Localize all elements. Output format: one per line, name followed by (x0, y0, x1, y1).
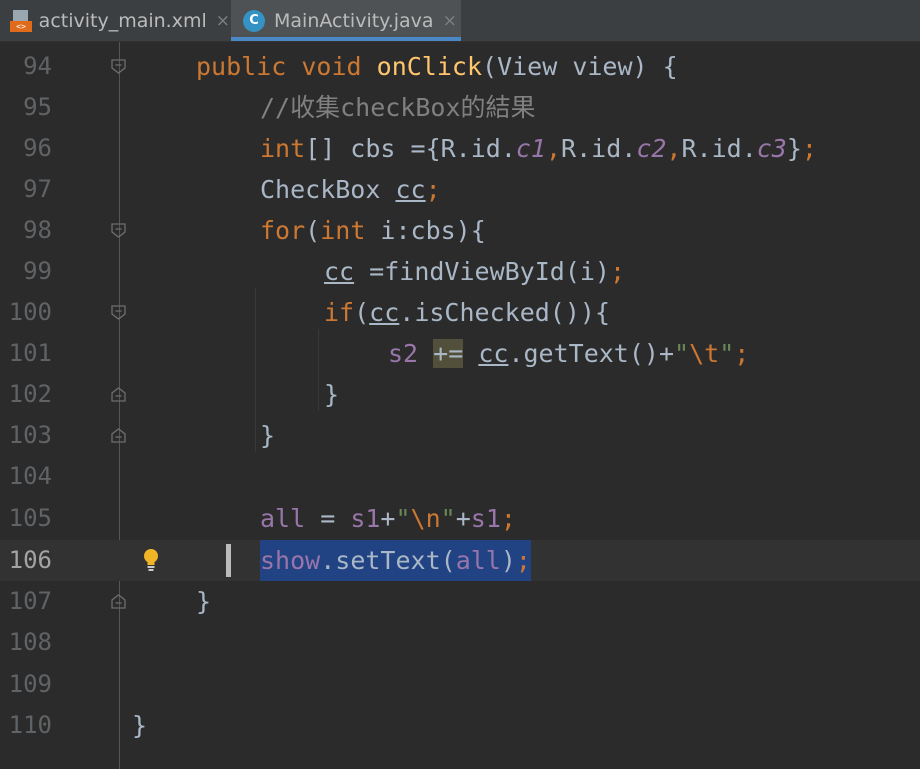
lightbulb-icon[interactable] (142, 548, 160, 572)
code-line[interactable]: 101 s2 += cc.getText()+"\t"; (0, 333, 920, 374)
code-text: } (132, 711, 148, 740)
code-line[interactable]: 109 (0, 664, 920, 705)
code-line[interactable]: 94 public void onClick(View view) { (0, 46, 920, 87)
line-number: 109 (8, 670, 52, 698)
code-line[interactable]: 99 cc =findViewById(i); (0, 251, 920, 292)
line-number: 104 (8, 462, 52, 490)
tab-main-activity-java[interactable]: C MainActivity.java × (231, 0, 461, 41)
code-text: } (324, 380, 340, 409)
code-line[interactable]: 104 (0, 456, 920, 497)
code-line[interactable]: 97 CheckBox cc; (0, 169, 920, 210)
code-line[interactable]: 103 } (0, 415, 920, 456)
line-number: 97 (23, 175, 52, 203)
tab-label: activity_main.xml (38, 9, 207, 32)
line-number: 96 (23, 134, 52, 162)
tab-activity-main-xml[interactable]: <> activity_main.xml × (0, 0, 230, 41)
fold-collapse-icon[interactable] (111, 59, 126, 74)
line-number: 95 (23, 93, 52, 121)
code-text: CheckBox cc; (260, 175, 441, 204)
java-class-icon: C (243, 9, 265, 32)
code-line[interactable]: 107 } (0, 581, 920, 622)
line-number: 99 (23, 257, 52, 285)
code-line[interactable]: 105 all = s1+"\n"+s1; (0, 498, 920, 539)
line-number: 100 (8, 298, 52, 326)
fold-end-icon[interactable] (111, 594, 126, 609)
close-icon[interactable]: × (443, 11, 457, 31)
code-line[interactable]: 95 //收集checkBox的結果 (0, 87, 920, 128)
line-number: 102 (8, 380, 52, 408)
line-number: 103 (8, 421, 52, 449)
code-text: s2 += cc.getText()+"\t"; (388, 339, 750, 368)
code-line[interactable]: 98 for(int i:cbs){ (0, 210, 920, 251)
code-text: for(int i:cbs){ (260, 216, 486, 245)
xml-file-icon: <> (10, 9, 32, 32)
line-number: 110 (8, 711, 52, 739)
code-text: int[] cbs ={R.id.c1,R.id.c2,R.id.c3}; (260, 134, 817, 163)
tab-label: MainActivity.java (274, 9, 434, 32)
code-text: } (260, 421, 276, 450)
active-tab-indicator (231, 37, 461, 41)
code-comment: //收集checkBox的結果 (260, 93, 536, 122)
code-line[interactable]: 100 if(cc.isChecked()){ (0, 292, 920, 333)
line-number: 101 (8, 339, 52, 367)
code-line[interactable]: 108 (0, 622, 920, 663)
code-text: public void onClick(View view) { (196, 52, 678, 81)
line-number: 106 (8, 546, 52, 574)
fold-collapse-icon[interactable] (111, 305, 126, 320)
code-line[interactable]: 110 } (0, 705, 920, 746)
editor-tab-bar: <> activity_main.xml × C MainActivity.ja… (0, 0, 920, 42)
close-icon[interactable]: × (216, 11, 230, 31)
code-text: all = s1+"\n"+s1; (260, 504, 516, 533)
selected-code-text: show.setText(all); (260, 540, 531, 581)
line-number: 105 (8, 504, 52, 532)
line-number: 108 (8, 628, 52, 656)
line-number: 107 (8, 587, 52, 615)
code-editor[interactable]: 94 public void onClick(View view) { 95 /… (0, 42, 920, 769)
fold-end-icon[interactable] (111, 428, 126, 443)
code-text: cc =findViewById(i); (324, 257, 626, 286)
line-number: 94 (23, 52, 52, 80)
fold-end-icon[interactable] (111, 387, 126, 402)
line-number: 98 (23, 216, 52, 244)
code-text: if(cc.isChecked()){ (324, 298, 610, 327)
text-caret (226, 544, 231, 577)
code-line[interactable]: 96 int[] cbs ={R.id.c1,R.id.c2,R.id.c3}; (0, 128, 920, 169)
code-line[interactable]: 102 } (0, 374, 920, 415)
fold-collapse-icon[interactable] (111, 223, 126, 238)
current-code-line[interactable]: 106 show.setText(all); (0, 540, 920, 581)
code-text: } (196, 587, 212, 616)
